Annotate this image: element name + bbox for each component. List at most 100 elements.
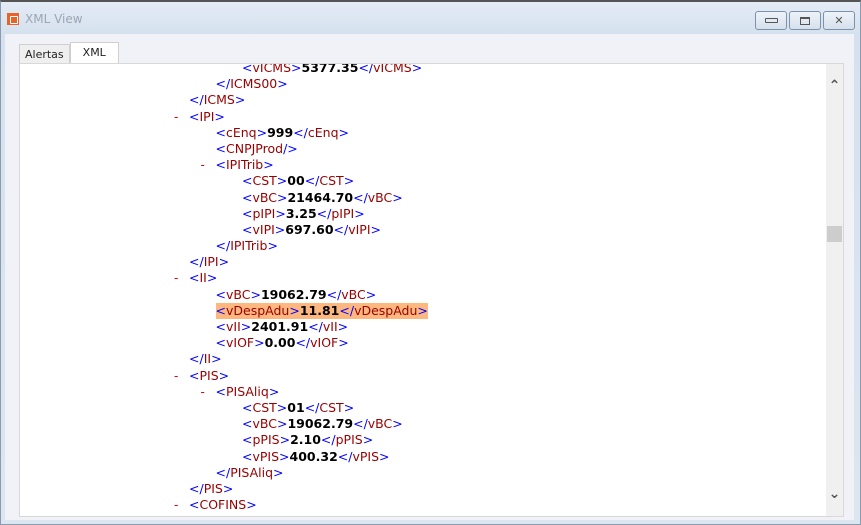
bracket: < [215,319,226,334]
tab-alertas[interactable]: Alertas [19,44,70,65]
bracket: > [276,399,288,415]
collapse-toggle[interactable]: - [201,384,205,400]
tag-name: PISAliq [225,383,269,399]
tab-xml[interactable]: XML [69,42,119,65]
bracket: > [279,432,291,448]
collapse-toggle[interactable]: - [174,109,178,125]
minimize-icon [764,18,778,23]
bracket: > [250,286,261,302]
bracket: < [242,173,253,189]
xml-element: <II> [189,270,217,286]
bracket: < [242,399,253,415]
xml-element: <cEnq>999</cEnq> [216,125,350,141]
xml-element: </IPI> [189,254,229,270]
xml-element: </PISAliq> [216,465,284,481]
xml-line: <vBC>21464.70</vBC> [20,190,820,206]
xml-line: <cEnq>999</cEnq> [20,125,820,141]
xml-element: </IPITrib> [216,238,278,254]
bracket: > [289,302,300,318]
tag-name: CNPJProd [225,140,284,156]
tag-name: vBC [367,189,393,205]
tag-name: pPIS [335,432,363,448]
element-value: 999 [267,124,294,140]
bracket: < [242,205,253,221]
xml-line: </IPI> [20,254,820,270]
bracket: </ [189,351,204,367]
bracket: > [411,63,423,75]
xml-line: <pPIS>2.10</pPIS> [20,432,820,448]
tag-name: PISAliq [230,464,274,480]
xml-line: <vBC>19062.79</vBC> [20,416,820,432]
scroll-up-icon[interactable]: ⌃ [826,78,843,94]
collapse-toggle[interactable]: - [174,497,178,513]
tag-name: PIS [199,367,219,383]
bracket: < [189,367,200,383]
bracket: > [275,205,286,221]
element-value: 3.25 [285,205,317,221]
bracket: < [215,302,226,318]
window-title: XML View [25,12,83,26]
bracket: > [365,286,377,302]
tag-name: vIOF [225,335,255,351]
element-value: 2.10 [290,432,321,448]
bracket: > [276,189,288,205]
xml-line: </PIS> [20,481,820,497]
xml-line: - <PIS> [20,368,820,384]
bracket: > [277,76,288,92]
scrollbar-thumb[interactable] [827,226,842,242]
bracket: </ [295,335,311,351]
tag-name: II [203,351,212,367]
collapse-toggle[interactable]: - [174,368,178,384]
bracket: </ [308,319,323,334]
bracket: > [392,416,403,432]
bracket: > [214,108,225,124]
bracket: </ [339,302,355,318]
vertical-scrollbar[interactable]: ⌃ ⌄ [826,64,843,516]
tag-name: vPIS [352,448,380,464]
collapse-toggle[interactable]: - [174,270,178,286]
xml-line: </ICMS> [20,92,820,108]
bracket: < [189,270,200,286]
xml-line: </IPITrib> [20,238,820,254]
bracket: </ [293,124,308,140]
xml-line: <vDespAdu>11.81</vDespAdu> [20,302,820,319]
xml-element: <CST>01</CST> [242,400,354,416]
bracket: < [189,108,200,124]
bracket: > [343,399,355,415]
bracket: > [291,63,302,75]
tag-name: vDespAdu [354,302,418,318]
tag-name: vBC [252,189,277,205]
tag-name: IPI [199,108,215,124]
bracket: > [218,367,230,383]
bracket: </ [358,63,374,75]
tag-name: PIS [203,480,223,496]
bracket: < [242,189,253,205]
xml-line: <CNPJProd/> [20,141,820,157]
bracket: </ [337,448,353,464]
xml-element: <vII>2401.91</vII> [216,319,349,335]
xml-tree: <vICMS>5377.35</vICMS> </ICMS00> </ICMS> - <… [20,63,820,513]
title-bar: XML View [7,9,83,29]
tag-name: vICMS [373,63,412,75]
bracket: > [273,464,284,480]
xml-element: <vIPI>697.60</vIPI> [242,222,381,238]
bracket: </ [215,464,231,480]
tag-name: vBC [225,286,251,302]
scroll-down-icon[interactable]: ⌄ [826,486,843,502]
xml-element: <pPIS>2.10</pPIS> [242,432,373,448]
minimize-button[interactable] [755,11,787,30]
xml-line: <CST>00</CST> [20,173,820,189]
tag-name: vDespAdu [225,302,290,318]
bracket: </ [304,173,320,189]
close-button[interactable]: ✕ [823,11,855,30]
element-value: 400.32 [289,448,338,464]
element-value: 19062.79 [260,286,327,302]
bracket: </ [326,286,342,302]
tag-name: CST [319,399,344,415]
xml-line: <vIOF>0.00</vIOF> [20,335,820,351]
xml-element: <vBC>19062.79</vBC> [242,416,403,432]
maximize-button[interactable] [789,11,821,30]
collapse-toggle[interactable]: - [201,157,205,173]
element-value: 2401.91 [251,319,309,334]
tag-name: vBC [367,416,393,432]
